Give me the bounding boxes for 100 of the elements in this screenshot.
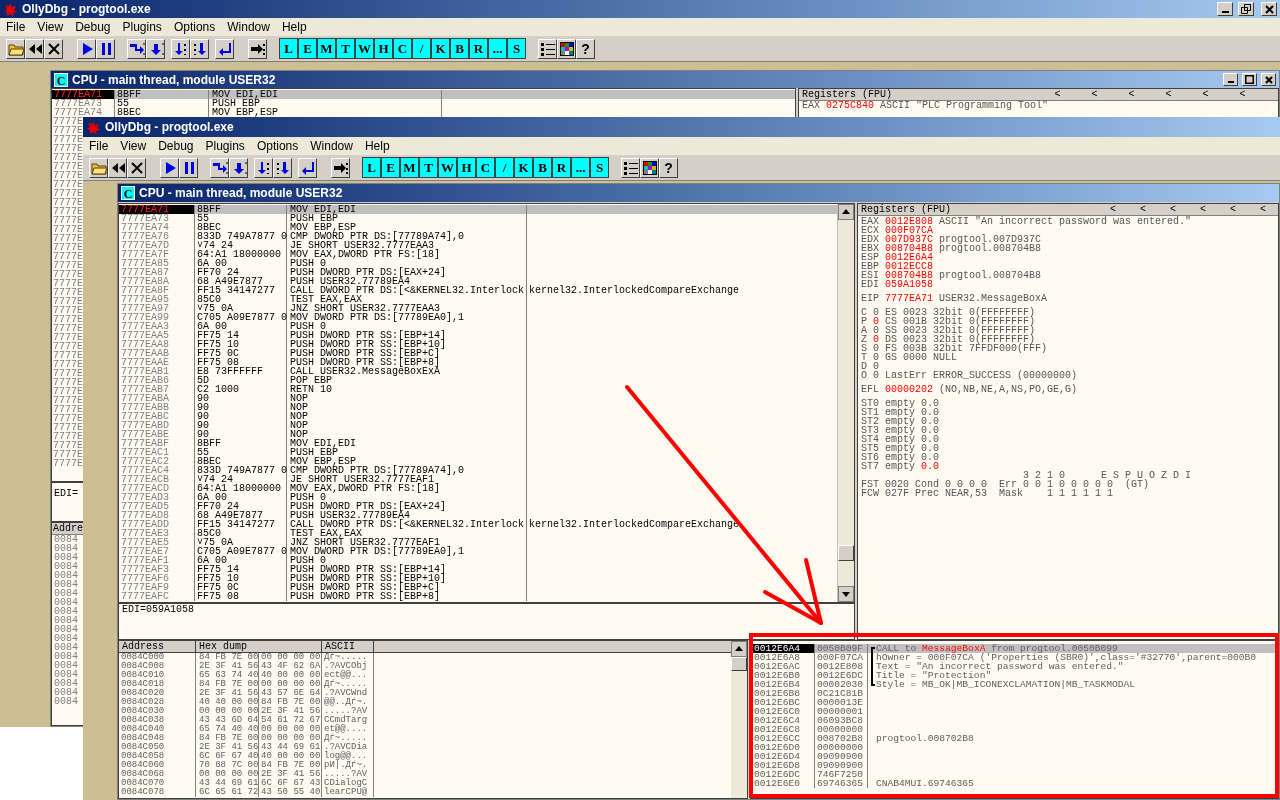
scroll-bar[interactable] <box>731 641 747 798</box>
help-button[interactable]: ? <box>659 157 678 178</box>
address-cell[interactable]: 7777EA85 <box>119 259 195 268</box>
toolbar-button[interactable] <box>96 38 115 59</box>
address-cell[interactable]: 0012E6D8 <box>751 761 815 770</box>
toolbar-button[interactable]: M <box>317 38 336 59</box>
address-cell[interactable]: 7777E <box>52 423 83 432</box>
toolbar-button[interactable] <box>190 38 209 59</box>
address-cell[interactable]: 7777E <box>52 198 83 207</box>
address-cell[interactable]: 7777E <box>52 315 83 324</box>
toolbar-button[interactable]: R <box>469 38 488 59</box>
address-cell[interactable]: 7777EAF3 <box>119 565 195 574</box>
toolbar-button[interactable]: T <box>336 38 355 59</box>
toolbar-button[interactable]: ... <box>488 38 507 59</box>
toolbar-button[interactable]: ... <box>571 157 590 178</box>
address-cell[interactable]: 7777EA76 <box>119 232 195 241</box>
address-cell[interactable]: 7777E <box>52 333 83 342</box>
menu-item[interactable]: View <box>114 137 153 155</box>
toolbar-button[interactable] <box>89 157 108 178</box>
address-cell[interactable]: 7777E <box>52 126 83 135</box>
address-cell[interactable]: 7777EAD8 <box>119 511 195 520</box>
scroll-thumb[interactable] <box>731 657 747 671</box>
address-cell[interactable]: 7777EAE3 <box>119 529 195 538</box>
address-cell[interactable]: 7777EA97 <box>119 304 195 313</box>
address-cell[interactable]: 7777E <box>52 432 83 441</box>
toolbar-button[interactable]: B <box>450 38 469 59</box>
toolbar-button[interactable]: E <box>381 157 400 178</box>
arrow-button[interactable]: < <box>1188 202 1218 217</box>
address-cell[interactable]: 7777EABE <box>119 430 195 439</box>
address-cell[interactable]: 0012E6BC <box>751 698 815 707</box>
address-cell[interactable]: 0012E6A8 <box>751 653 815 662</box>
address-cell[interactable]: 7777E <box>52 144 83 153</box>
toolbar-button[interactable]: S <box>507 38 526 59</box>
toolbar-button[interactable] <box>210 157 229 178</box>
arrow-button[interactable]: < <box>1187 87 1224 102</box>
toolbar-button[interactable] <box>127 38 146 59</box>
address-cell[interactable]: 7777E <box>52 270 83 279</box>
address-cell[interactable]: 7777EAC4 <box>119 466 195 475</box>
toolbar-button[interactable] <box>77 38 96 59</box>
toolbar-button[interactable]: C <box>476 157 495 178</box>
address-cell[interactable]: 7777E <box>52 243 83 252</box>
address-cell[interactable]: 7777EA8F <box>119 286 195 295</box>
address-cell[interactable]: 7777E <box>52 387 83 396</box>
address-cell[interactable]: 7777EA99 <box>119 313 195 322</box>
toolbar-button[interactable]: H <box>374 38 393 59</box>
toolbar-button[interactable] <box>108 157 127 178</box>
address-cell[interactable]: 7777EAA5 <box>119 331 195 340</box>
toolbar-button[interactable] <box>179 157 198 178</box>
address-cell[interactable]: 7777EABC <box>119 412 195 421</box>
toolbar-button[interactable]: W <box>355 38 374 59</box>
address-cell[interactable]: 7777E <box>52 279 83 288</box>
address-cell[interactable]: 7777EAC2 <box>119 457 195 466</box>
address-cell[interactable]: 7777E <box>52 369 83 378</box>
address-cell[interactable]: 7777EAB1 <box>119 367 195 376</box>
toolbar-button[interactable] <box>215 38 234 59</box>
address-cell[interactable]: 0012E6C4 <box>751 716 815 725</box>
address-cell[interactable]: 0012E6B8 <box>751 689 815 698</box>
window-button[interactable] <box>1238 2 1254 16</box>
menu-item[interactable]: View <box>31 18 70 36</box>
address-cell[interactable]: 7777E <box>52 306 83 315</box>
menu-item[interactable]: Window <box>304 137 359 155</box>
menu-item[interactable]: Window <box>221 18 276 36</box>
column-header[interactable]: Addre <box>52 523 83 535</box>
address-cell[interactable]: 7777EA7D <box>119 241 195 250</box>
toolbar-button[interactable] <box>146 38 165 59</box>
address-cell[interactable]: 7777E <box>52 441 83 450</box>
toolbar-button[interactable]: K <box>431 38 450 59</box>
address-cell[interactable]: 7777E <box>52 135 83 144</box>
address-cell[interactable]: 0012E6DC <box>751 770 815 779</box>
address-cell[interactable]: 7777EAE7 <box>119 547 195 556</box>
arrow-button[interactable]: < <box>1098 202 1128 217</box>
address-cell[interactable]: 7777E <box>52 351 83 360</box>
address-cell[interactable]: 7777E <box>52 297 83 306</box>
address-cell[interactable]: 7777EA71 <box>52 90 115 99</box>
arrow-button[interactable]: < <box>1076 87 1113 102</box>
address-cell[interactable]: 7777E <box>52 117 83 126</box>
window-button[interactable] <box>1217 2 1233 16</box>
window-button[interactable] <box>1261 73 1276 86</box>
toolbar-button[interactable] <box>171 38 190 59</box>
menu-item[interactable]: File <box>0 18 32 36</box>
address-cell[interactable]: 7777EAF6 <box>119 574 195 583</box>
toolbar-button[interactable]: L <box>362 157 381 178</box>
address-cell[interactable]: 0012E6B0 <box>751 671 815 680</box>
address-cell[interactable]: 7777EAA3 <box>119 322 195 331</box>
address-cell[interactable]: 7777EAAB <box>119 349 195 358</box>
address-cell[interactable]: 7777EA73 <box>52 99 115 108</box>
toolbar-button[interactable]: H <box>457 157 476 178</box>
address-cell[interactable]: 7777E <box>52 360 83 369</box>
address-cell[interactable]: 7777EAC1 <box>119 448 195 457</box>
address-cell[interactable]: 7777EA8A <box>119 277 195 286</box>
arrow-button[interactable]: < <box>1039 87 1076 102</box>
address-cell[interactable]: 7777E <box>52 288 83 297</box>
toolbar-button[interactable]: R <box>552 157 571 178</box>
address-cell[interactable]: 0012E6A4 <box>751 644 815 653</box>
address-cell[interactable]: 0012E6CC <box>751 734 815 743</box>
address-cell[interactable]: 7777EAB6 <box>119 376 195 385</box>
column-header[interactable]: Hex dump <box>196 641 322 653</box>
toolbar-button[interactable]: B <box>533 157 552 178</box>
address-cell[interactable]: 7777E <box>52 405 83 414</box>
address-cell[interactable]: 0012E6B4 <box>751 680 815 689</box>
